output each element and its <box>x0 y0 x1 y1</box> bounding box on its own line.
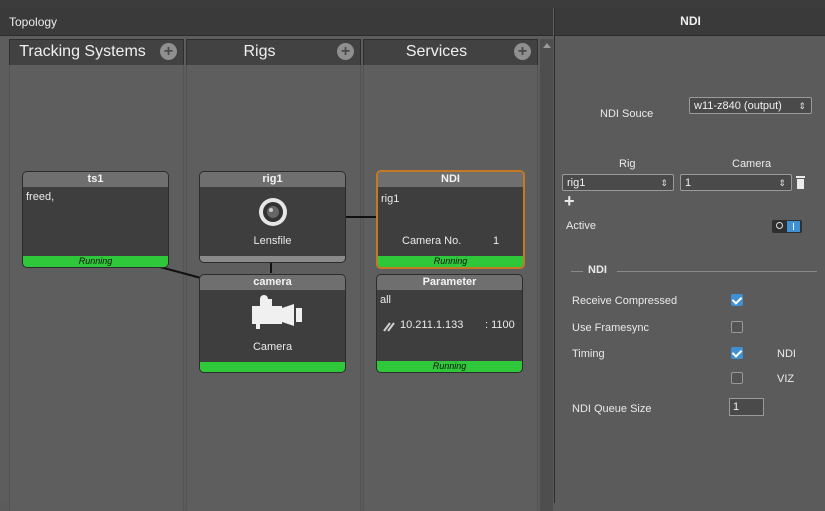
node-camera[interactable]: camera Camera <box>199 274 346 373</box>
section-divider <box>571 271 583 272</box>
camera-select-value: 1 <box>685 177 692 189</box>
camera-column-header: Camera <box>732 158 772 170</box>
parameter-port: : 1100 <box>485 319 515 331</box>
rig-sub-label: Lensfile <box>253 235 292 247</box>
tracking-systems-column <box>9 65 184 511</box>
node-title: rig1 <box>200 172 345 187</box>
timing-viz-label: VIZ <box>777 373 795 385</box>
column-header-rigs: Rigs + <box>186 39 361 66</box>
camera-sub-label: Camera <box>252 341 293 353</box>
column-label: Services <box>405 43 468 60</box>
trash-icon[interactable] <box>795 175 806 189</box>
node-rig1[interactable]: rig1 Lensfile <box>199 171 346 263</box>
node-title: ts1 <box>23 172 168 187</box>
node-ndi[interactable]: NDI rig1 Camera No. 1 Running <box>376 170 525 269</box>
add-mapping-button[interactable]: + <box>564 191 575 212</box>
ndi-source-label: NDI Souce <box>600 108 654 120</box>
topology-title: Topology <box>9 15 58 29</box>
topology-title-bar: Topology <box>0 8 553 36</box>
parameter-address: 10.211.1.133 <box>400 319 464 331</box>
camera-select[interactable]: 1 ⇕ <box>680 174 792 191</box>
active-toggle[interactable] <box>772 220 802 233</box>
active-label: Active <box>566 220 596 232</box>
node-ts1[interactable]: ts1 freed, Running <box>22 171 169 268</box>
toggle-off-icon <box>776 222 783 229</box>
column-label: Rigs <box>243 43 276 60</box>
timing-viz-checkbox[interactable] <box>731 372 743 384</box>
ndi-source-select[interactable]: w11-z840 (output) ⇕ <box>689 97 812 114</box>
node-body: rig1 <box>381 193 400 205</box>
node-title: Parameter <box>377 275 522 290</box>
add-service-button[interactable]: + <box>514 43 531 60</box>
node-body: all <box>380 294 392 306</box>
topology-panel: Topology Tracking Systems + Rigs + Servi… <box>0 8 553 511</box>
chevron-updown-icon: ⇕ <box>660 178 668 188</box>
node-body: freed, <box>26 191 55 203</box>
chevron-updown-icon: ⇕ <box>778 178 786 188</box>
column-header-tracking-systems: Tracking Systems + <box>9 39 184 66</box>
add-tracking-system-button[interactable]: + <box>160 43 177 60</box>
node-title: camera <box>200 275 345 290</box>
ndi-source-value: w11-z840 (output) <box>694 100 782 112</box>
ndi-section-label: NDI <box>588 264 607 276</box>
top-bar <box>0 0 825 8</box>
scroll-up-icon[interactable] <box>543 43 551 48</box>
use-framesync-label: Use Framesync <box>572 322 650 334</box>
camera-no-label: Camera No. <box>402 235 462 247</box>
queue-size-input[interactable]: 1 <box>729 398 764 416</box>
rig-select[interactable]: rig1 ⇕ <box>562 174 674 191</box>
camera-no-value: 1 <box>493 235 500 247</box>
lens-icon <box>259 198 287 226</box>
connection-wire <box>345 216 378 218</box>
timing-label: Timing <box>572 348 605 360</box>
link-icon <box>383 322 395 332</box>
status-badge: Running <box>377 361 522 372</box>
timing-ndi-checkbox[interactable] <box>731 347 743 359</box>
rig-select-value: rig1 <box>567 177 586 189</box>
add-rig-button[interactable]: + <box>337 43 354 60</box>
ndi-panel: NDI NDI Souce w11-z840 (output) ⇕ Rig Ca… <box>554 8 825 503</box>
node-parameter[interactable]: Parameter all 10.211.1.133 : 1100 Runnin… <box>376 274 523 373</box>
status-bar <box>200 256 345 262</box>
status-badge: Running <box>378 256 523 267</box>
ndi-panel-title-bar: NDI <box>555 8 825 36</box>
ndi-panel-title: NDI <box>680 14 701 28</box>
timing-ndi-label: NDI <box>777 348 796 360</box>
camera-icon <box>252 295 302 329</box>
chevron-updown-icon: ⇕ <box>798 101 806 111</box>
section-divider <box>617 271 817 272</box>
column-header-services: Services + <box>363 39 538 66</box>
toggle-knob <box>787 221 800 232</box>
receive-compressed-checkbox[interactable] <box>731 294 743 306</box>
column-label: Tracking Systems <box>19 43 146 60</box>
receive-compressed-label: Receive Compressed <box>572 295 678 307</box>
status-bar <box>200 362 345 372</box>
status-badge: Running <box>23 256 168 267</box>
vertical-scrollbar[interactable] <box>540 39 553 511</box>
queue-size-label: NDI Queue Size <box>572 403 652 415</box>
use-framesync-checkbox[interactable] <box>731 321 743 333</box>
node-title: NDI <box>378 172 523 187</box>
rig-column-header: Rig <box>619 158 636 170</box>
